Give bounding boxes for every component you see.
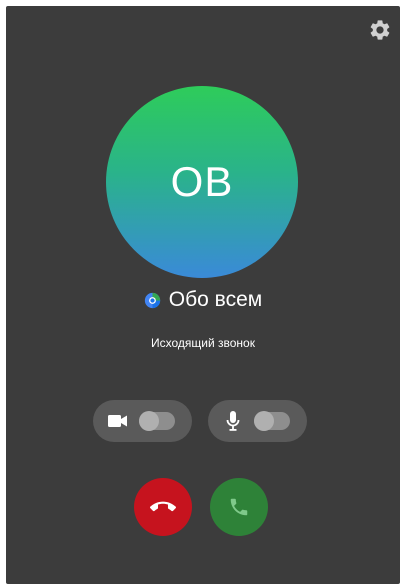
contact-name-row: Обо всем [6,288,400,312]
contact-name: Обо всем [168,288,263,311]
microphone-icon [222,410,244,432]
settings-button[interactable] [368,18,392,42]
microphone-toggle[interactable] [208,400,307,442]
avatar-initials: OB [170,158,234,205]
call-status-text: Исходящий звонок [151,336,255,350]
duo-logo-icon [144,292,160,308]
video-switch[interactable] [139,411,175,431]
microphone-switch[interactable] [254,411,290,431]
video-camera-icon [107,410,129,432]
end-call-button[interactable] [134,478,192,536]
contact-avatar: OB [106,86,298,278]
accept-call-button[interactable] [210,478,268,536]
phone-icon [230,498,248,516]
phone-hangup-icon [150,501,176,512]
microphone-switch-knob [254,411,274,431]
call-window: OB Обо всем Исходящий звонок [6,6,400,584]
gear-icon [370,20,390,40]
video-toggle[interactable] [93,400,192,442]
video-switch-knob [139,411,159,431]
